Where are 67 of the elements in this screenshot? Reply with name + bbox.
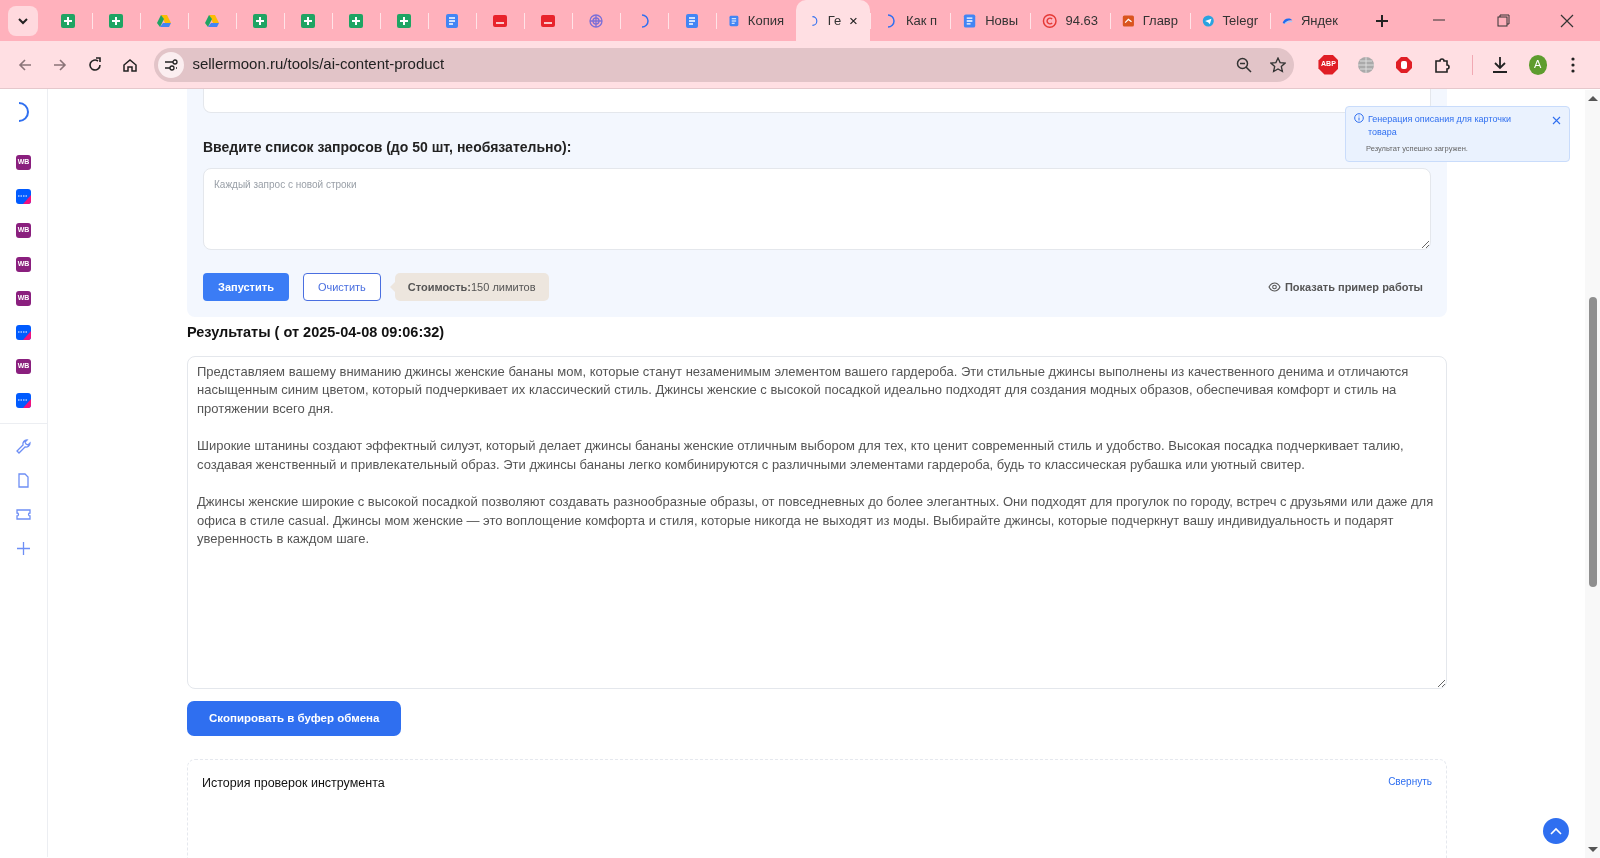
star-icon[interactable]	[1270, 56, 1287, 73]
close-icon[interactable]	[1552, 116, 1561, 125]
address-bar[interactable]: sellermoon.ru/tools/ai-content-product	[154, 47, 1295, 82]
marketplace-icon[interactable]	[16, 393, 31, 408]
run-button[interactable]: Запустить	[203, 273, 289, 301]
chevron-up-icon	[1550, 826, 1562, 836]
browser-tab[interactable]: Копия	[716, 0, 796, 41]
result-field[interactable]: Представляем вашему вниманию джинсы женские бананы мом, которые станут незаменимым элементом вашего гардероба. Эти стильные джинсы выполнены из качественного денима и отличаются насыщенным синим цветом, который подчеркивает их классический стиль. Джинсы женские с высокой посадкой идеально подходят для создания модных образов, обеспечивая комфорт и стиль на протяжении всего дня. Широкие штанины создают эффектный силуэт, который делает джинсы бананы женские отличным выбором для тех, кто ценит современный стиль и удобство. Высокая посадка подчеркивает талию, создавая женственный и привлекательный образ. Эти джинсы бананы легко комбинируются с различными элементами гардероба, будь то классическая рубашка или уютный свитер. Джинсы женские широкие с высокой посадкой позволяют создавать разнообразные образы, от повседневных до более элегантных. Они подходят для прогулок по городу, встреч с друзьями или даже для офиса в стиле casual. Джинсы мом женские — это воплощение комфорта и стиля, которые никогда не выходят из моды. Выбирайте джинсы, которые подчеркнут вашу индивидуальность и подарят уверенность в каждом шаге.	[187, 355, 1447, 689]
image-icon	[1122, 12, 1135, 29]
zoom-out-icon[interactable]	[1236, 56, 1253, 73]
site-settings-icon[interactable]	[164, 57, 179, 72]
plus-icon	[1375, 13, 1389, 28]
marketplace-icon[interactable]	[16, 325, 31, 340]
browser-tab[interactable]: Telegr	[1190, 0, 1270, 41]
scroll-top-button[interactable]	[1543, 818, 1569, 844]
scrollbar-thumb[interactable]	[1589, 297, 1597, 587]
browser-tab[interactable]: Главр	[1110, 0, 1190, 41]
browser-tab[interactable]: Ге	[796, 0, 870, 41]
back-icon[interactable]	[16, 56, 33, 73]
eye-icon	[1267, 281, 1281, 293]
file-icon[interactable]	[15, 472, 32, 489]
wrench-icon[interactable]	[15, 438, 32, 455]
info-icon	[1354, 113, 1364, 123]
spreadsheet-icon	[348, 12, 364, 29]
spreadsheet-icon	[252, 12, 268, 29]
queries-label: Введите список запросов (до 50 шт, необязательно):	[203, 138, 572, 157]
browser-tab[interactable]: 94.63	[1030, 0, 1110, 41]
puzzle-icon[interactable]	[1433, 55, 1452, 74]
app-icon	[540, 12, 556, 29]
copy-button[interactable]: Скопировать в буфер обмена	[187, 700, 402, 736]
triangle-icon	[156, 12, 172, 29]
hand-stop-icon[interactable]	[1395, 55, 1414, 74]
globe-icon[interactable]	[1357, 55, 1376, 74]
app-icon	[492, 12, 508, 29]
reload-icon[interactable]	[86, 56, 103, 73]
copyright-icon	[1042, 12, 1058, 29]
browser-tab[interactable]: Как п	[870, 0, 950, 41]
results-heading: Результаты ( от 2025-04-08 09:06:32)	[187, 323, 446, 342]
document-icon	[684, 12, 700, 29]
forward-icon[interactable]	[51, 56, 68, 73]
spreadsheet-icon	[108, 12, 124, 29]
download-icon[interactable]	[1491, 55, 1509, 74]
menu-icon[interactable]	[1571, 56, 1576, 73]
clear-button[interactable]: Очистить	[302, 273, 381, 301]
toast-title: Генерация описания для карточки товара	[1368, 113, 1512, 139]
plus-icon[interactable]	[15, 540, 32, 557]
scroll-down-icon[interactable]	[1587, 846, 1599, 854]
collapse-link[interactable]: Свернуть	[1388, 773, 1432, 789]
spreadsheet-icon	[396, 12, 412, 29]
ticket-icon[interactable]	[15, 506, 32, 523]
history-title: История проверок инструмента	[202, 774, 385, 792]
home-icon[interactable]	[121, 56, 138, 73]
tab-list-button[interactable]	[8, 5, 38, 36]
queries-field[interactable]: Каждый запрос с новой строки	[203, 168, 1431, 250]
triangle-icon	[204, 12, 220, 29]
spreadsheet-icon	[60, 12, 76, 29]
restore-icon[interactable]	[1496, 13, 1510, 28]
example-link[interactable]: Показать пример работы	[1284, 278, 1423, 296]
marketplace-icon[interactable]	[16, 189, 31, 204]
browser-tab[interactable]: Яндек	[1270, 0, 1350, 41]
close-icon[interactable]	[1560, 13, 1574, 28]
browser-tab[interactable]: Новы	[950, 0, 1030, 41]
input-field[interactable]	[203, 89, 1431, 113]
scroll-up-icon[interactable]	[1587, 94, 1599, 102]
spreadsheet-icon	[300, 12, 316, 29]
document-icon	[962, 12, 978, 29]
document-icon	[444, 12, 460, 29]
